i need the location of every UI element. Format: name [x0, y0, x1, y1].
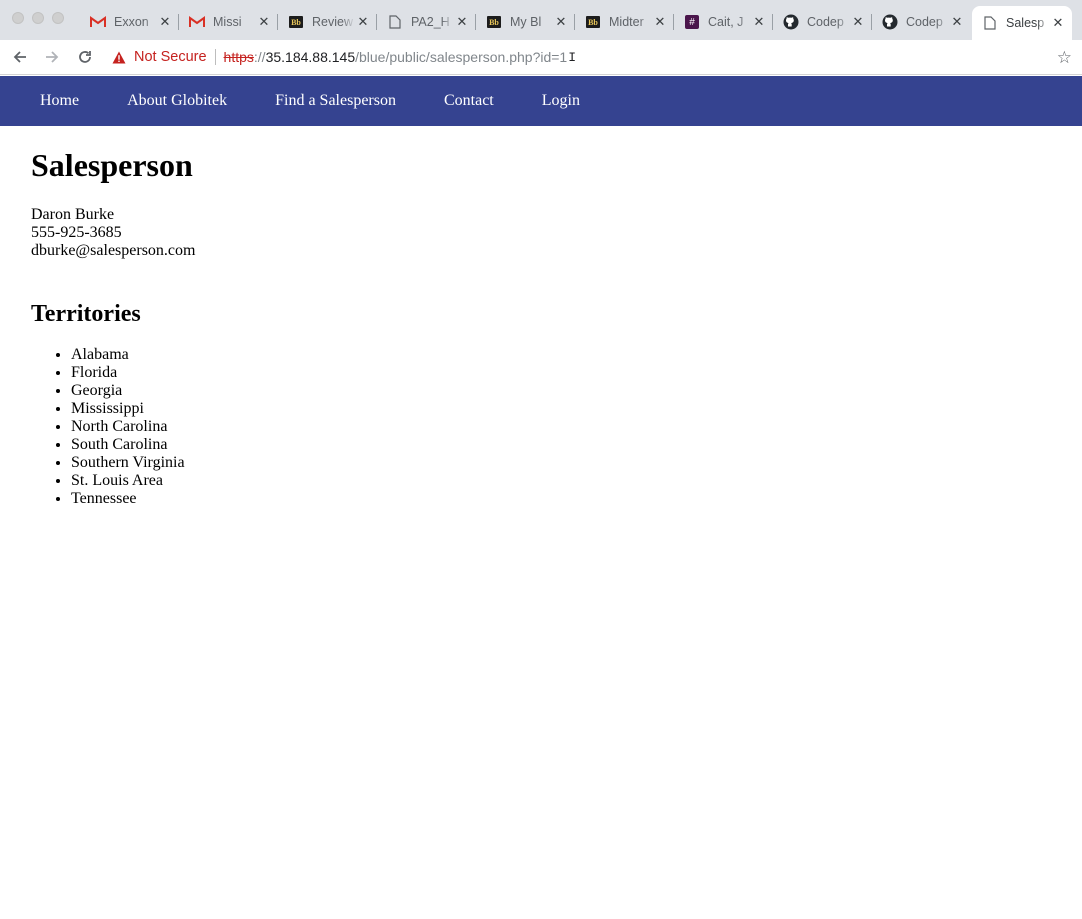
- browser-tab-title: Codep: [906, 15, 943, 29]
- browser-tab-strip: Exxon ✕ Missi ✕ Bb Review ✕ PA2_H ✕ Bb M…: [0, 0, 1082, 40]
- url-host: 35.184.88.145: [265, 49, 356, 65]
- window-minimize-button[interactable]: [32, 12, 44, 24]
- close-tab-icon[interactable]: ✕: [850, 14, 866, 30]
- close-tab-icon[interactable]: ✕: [1050, 15, 1066, 31]
- gmail-icon: [90, 14, 106, 30]
- bookmark-star-icon[interactable]: ☆: [1057, 48, 1072, 68]
- browser-tab-title: PA2_H: [411, 15, 450, 29]
- main-content: Salesperson Daron Burke 555-925-3685 dbu…: [31, 126, 195, 508]
- close-tab-icon[interactable]: ✕: [949, 14, 965, 30]
- browser-tab-title: Review: [312, 15, 353, 29]
- browser-toolbar: Not Secure https://35.184.88.145/blue/pu…: [0, 40, 1082, 75]
- blackboard-icon: Bb: [585, 14, 601, 30]
- browser-tab[interactable]: Exxon ✕: [80, 6, 179, 38]
- text-cursor-icon: I: [568, 49, 577, 65]
- blackboard-icon: Bb: [288, 14, 304, 30]
- nav-link-find-salesperson[interactable]: Find a Salesperson: [275, 92, 396, 110]
- nav-link-home[interactable]: Home: [40, 92, 79, 110]
- territory-item: Mississippi: [71, 400, 195, 418]
- page-icon: [387, 14, 403, 30]
- territories-heading: Territories: [31, 301, 141, 327]
- page-title: Salesperson: [31, 147, 193, 183]
- territory-item: Florida: [71, 364, 195, 382]
- page-icon: [982, 15, 998, 31]
- browser-tab[interactable]: Codep ✕: [872, 6, 971, 38]
- browser-tab-title: Salesp: [1006, 16, 1045, 30]
- browser-tab-title: Missi: [213, 15, 242, 29]
- browser-tab[interactable]: Bb My Bl ✕: [476, 6, 575, 38]
- nav-link-login[interactable]: Login: [542, 92, 580, 110]
- close-tab-icon[interactable]: ✕: [355, 14, 371, 30]
- close-tab-icon[interactable]: ✕: [751, 14, 767, 30]
- salesperson-phone: 555-925-3685: [31, 224, 122, 241]
- warning-triangle-icon[interactable]: [112, 51, 126, 64]
- browser-tab-title: My Bl: [510, 15, 542, 29]
- url-separator: ://: [253, 49, 266, 65]
- territories-list: Alabama Florida Georgia Mississippi Nort…: [31, 346, 195, 508]
- window-close-button[interactable]: [12, 12, 24, 24]
- forward-arrow-icon[interactable]: [42, 47, 62, 67]
- browser-tab[interactable]: Codep ✕: [773, 6, 872, 38]
- browser-tab-active[interactable]: Salesp ✕: [972, 6, 1072, 40]
- browser-tab-title: Codep: [807, 15, 844, 29]
- salesperson-name: Daron Burke: [31, 206, 115, 223]
- address-bar[interactable]: Not Secure https://35.184.88.145/blue/pu…: [112, 44, 1032, 70]
- url-scheme: https: [223, 49, 254, 65]
- nav-link-about[interactable]: About Globitek: [127, 92, 227, 110]
- slack-icon: #: [684, 14, 700, 30]
- territory-item: Alabama: [71, 346, 195, 364]
- territory-item: Tennessee: [71, 490, 195, 508]
- github-icon: [783, 14, 799, 30]
- territory-item: Georgia: [71, 382, 195, 400]
- back-arrow-icon[interactable]: [10, 47, 30, 67]
- close-tab-icon[interactable]: ✕: [652, 14, 668, 30]
- territory-item: St. Louis Area: [71, 472, 195, 490]
- reload-icon[interactable]: [75, 47, 95, 67]
- browser-tab-title: Exxon: [114, 15, 149, 29]
- browser-tab[interactable]: Bb Midter ✕: [575, 6, 674, 38]
- territory-item: Southern Virginia: [71, 454, 195, 472]
- browser-tab[interactable]: Missi ✕: [179, 6, 278, 38]
- close-tab-icon[interactable]: ✕: [256, 14, 272, 30]
- close-tab-icon[interactable]: ✕: [553, 14, 569, 30]
- browser-tab-title: Cait, J: [708, 15, 744, 29]
- security-status-label[interactable]: Not Secure: [134, 49, 207, 65]
- github-icon: [882, 14, 898, 30]
- address-divider: [214, 49, 216, 65]
- close-tab-icon[interactable]: ✕: [454, 14, 470, 30]
- browser-tab[interactable]: Bb Review ✕: [278, 6, 377, 38]
- browser-tab[interactable]: # Cait, J ✕: [674, 6, 773, 38]
- salesperson-email: dburke@salesperson.com: [31, 242, 196, 259]
- close-tab-icon[interactable]: ✕: [157, 14, 173, 30]
- salesperson-info: Daron Burke 555-925-3685 dburke@salesper…: [31, 206, 195, 260]
- blackboard-icon: Bb: [486, 14, 502, 30]
- browser-tab[interactable]: PA2_H ✕: [377, 6, 476, 38]
- nav-link-contact[interactable]: Contact: [444, 92, 494, 110]
- site-navigation: Home About Globitek Find a Salesperson C…: [0, 76, 1082, 126]
- window-zoom-button[interactable]: [52, 12, 64, 24]
- url-path: /blue/public/salesperson.php?id=1: [355, 49, 568, 65]
- gmail-icon: [189, 14, 205, 30]
- browser-tab-title: Midter: [609, 15, 644, 29]
- territory-item: North Carolina: [71, 418, 195, 436]
- territory-item: South Carolina: [71, 436, 195, 454]
